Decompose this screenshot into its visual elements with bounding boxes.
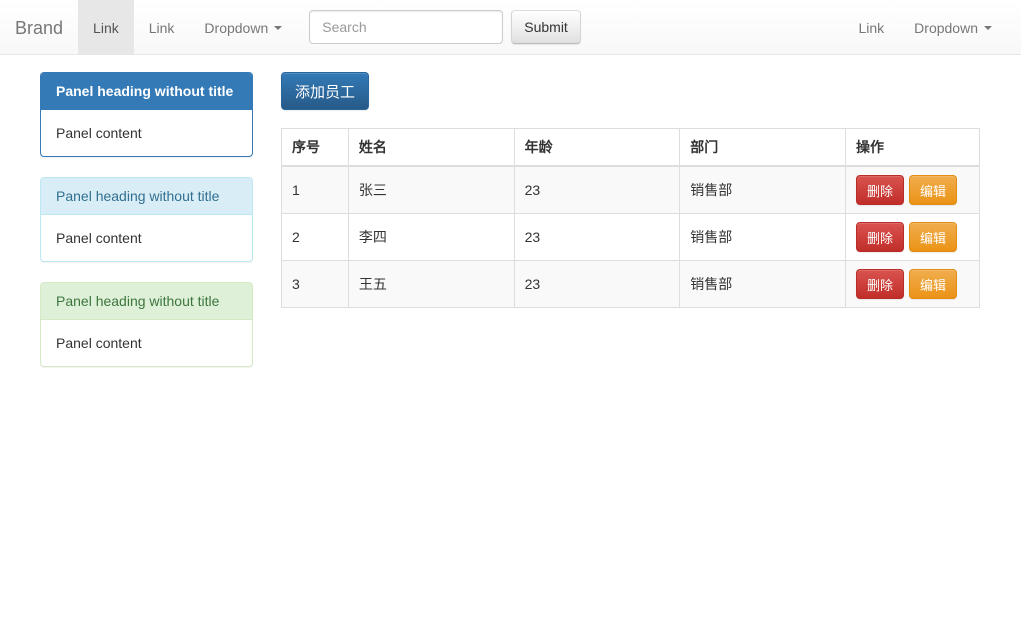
table-row: 2 李四 23 销售部 删除 编辑	[281, 213, 981, 261]
delete-button[interactable]: 删除	[855, 175, 904, 205]
navbar: Brand Link Link Dropdown Submit Link Dro…	[0, 0, 1021, 55]
panel-primary-body: Panel content	[56, 125, 142, 141]
nav-item-dropdown-left[interactable]: Dropdown	[189, 0, 297, 55]
cell-name: 李四	[347, 213, 515, 261]
panel-primary-heading: Panel heading without title	[41, 73, 252, 110]
nav-item-link-1-label: Link	[93, 19, 119, 36]
table-header-age: 年龄	[513, 128, 681, 167]
edit-button[interactable]: 编辑	[909, 269, 958, 299]
navbar-search-form: Submit	[297, 0, 581, 54]
panel-success-heading: Panel heading without title	[41, 283, 252, 320]
table-header-name: 姓名	[347, 128, 515, 167]
cell-age: 23	[513, 165, 681, 214]
nav-item-dropdown-right-label: Dropdown	[914, 19, 978, 36]
edit-button[interactable]: 编辑	[909, 222, 958, 252]
cell-actions: 删除 编辑	[844, 260, 981, 308]
chevron-down-icon	[984, 25, 992, 30]
chevron-down-icon	[274, 25, 283, 30]
employee-table: 序号 姓名 年龄 部门 操作 1 张三 23 销售部 删除 编辑 2 李四 23…	[281, 128, 981, 308]
table-header-actions: 操作	[844, 128, 981, 167]
table-row: 1 张三 23 销售部 删除 编辑	[281, 165, 981, 214]
panel-info-heading: Panel heading without title	[41, 178, 252, 215]
nav-item-link-right[interactable]: Link	[843, 0, 899, 55]
cell-name: 张三	[347, 165, 515, 214]
cell-dept: 销售部	[679, 260, 846, 308]
navbar-right-group: Link Dropdown	[843, 0, 1021, 54]
search-input[interactable]	[309, 10, 504, 44]
navbar-brand[interactable]: Brand	[0, 0, 78, 55]
panel-success-body: Panel content	[56, 335, 142, 351]
action-group: 删除 编辑	[855, 175, 969, 205]
table-header-dept: 部门	[679, 128, 846, 167]
panel-info-body: Panel content	[56, 230, 142, 246]
table-header-row: 序号 姓名 年龄 部门 操作	[281, 128, 981, 167]
cell-dept: 销售部	[679, 213, 846, 261]
action-group: 删除 编辑	[855, 269, 969, 299]
cell-age: 23	[513, 260, 681, 308]
nav-item-link-2-label: Link	[148, 19, 175, 36]
cell-seq: 1	[281, 165, 349, 214]
add-employee-button[interactable]: 添加员工	[281, 72, 370, 110]
panel-success: Panel heading without title Panel conten…	[40, 282, 253, 367]
panel-primary: Panel heading without title Panel conten…	[40, 72, 253, 157]
cell-actions: 删除 编辑	[844, 213, 981, 261]
navbar-left-group: Brand Link Link Dropdown Submit	[0, 0, 581, 55]
cell-actions: 删除 编辑	[844, 165, 981, 214]
nav-item-link-right-label: Link	[858, 19, 885, 36]
table-header-seq: 序号	[281, 128, 349, 167]
edit-button[interactable]: 编辑	[909, 175, 958, 205]
employee-table-body: 1 张三 23 销售部 删除 编辑 2 李四 23 销售部 删除 编辑 3 王五…	[281, 165, 981, 308]
sidebar: Panel heading without title Panel conten…	[40, 72, 253, 387]
nav-item-link-2[interactable]: Link	[134, 0, 190, 55]
action-group: 删除 编辑	[855, 222, 969, 252]
employee-table-head: 序号 姓名 年龄 部门 操作	[281, 128, 981, 167]
cell-seq: 2	[281, 213, 349, 261]
cell-seq: 3	[281, 260, 349, 308]
cell-age: 23	[513, 213, 681, 261]
panel-info: Panel heading without title Panel conten…	[40, 177, 253, 262]
table-row: 3 王五 23 销售部 删除 编辑	[281, 260, 981, 308]
nav-item-dropdown-right[interactable]: Dropdown	[899, 0, 1007, 55]
cell-name: 王五	[347, 260, 515, 308]
cell-dept: 销售部	[679, 165, 846, 214]
delete-button[interactable]: 删除	[855, 269, 904, 299]
main-content: 添加员工 序号 姓名 年龄 部门 操作 1 张三 23 销售部 删除 编辑 2 …	[281, 72, 981, 308]
submit-button[interactable]: Submit	[511, 10, 581, 44]
nav-item-dropdown-left-label: Dropdown	[204, 19, 269, 36]
nav-item-link-1[interactable]: Link	[78, 0, 134, 55]
delete-button[interactable]: 删除	[855, 222, 904, 252]
